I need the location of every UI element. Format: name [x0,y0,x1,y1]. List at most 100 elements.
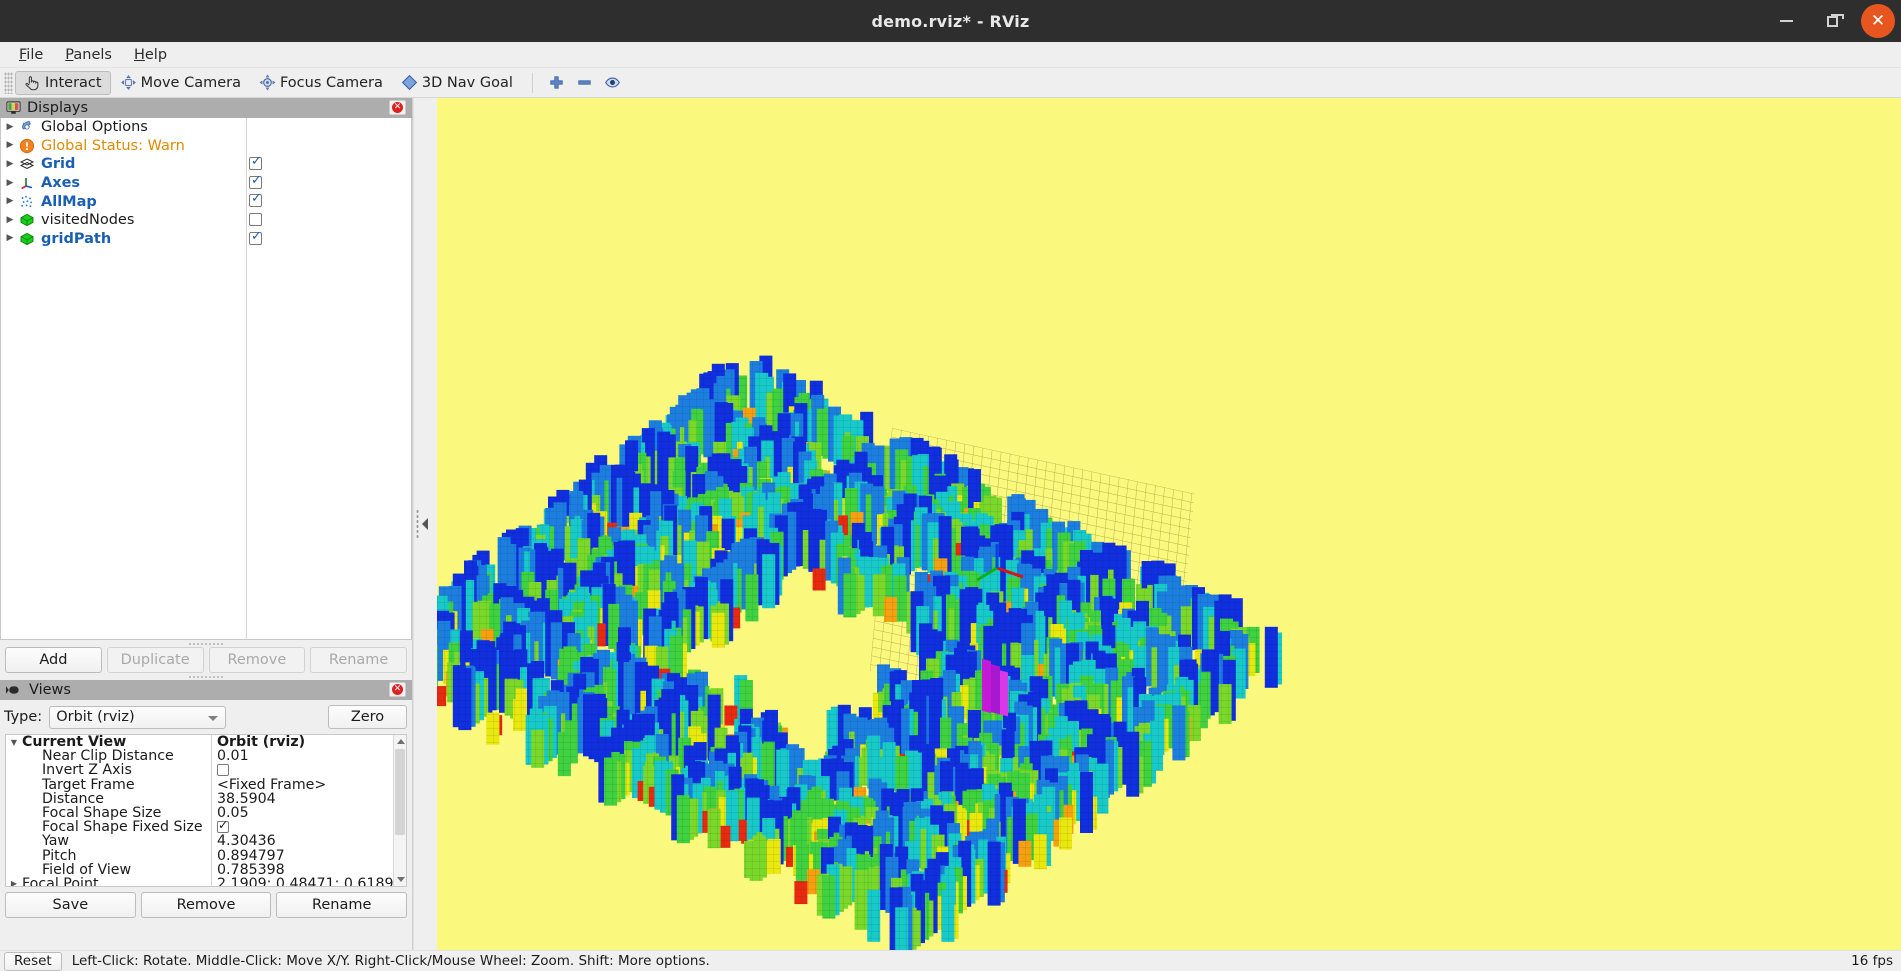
scrollbar-thumb[interactable] [395,749,405,835]
views-top-splitter[interactable] [0,673,412,680]
chevron-right-icon[interactable]: ▶ [1,234,19,243]
left-dock: Displays ✕ ▶ Global Options ▶ Global Sta… [0,98,412,950]
display-item-label: Global Status: Warn [41,137,185,154]
close-icon: ✕ [392,102,403,113]
menu-file-rest: ile [26,46,44,63]
display-item-label: gridPath [41,230,112,247]
display-item-global-status[interactable]: ▶ Global Status: Warn [1,137,411,156]
minimize-button[interactable] [1763,0,1809,42]
chevron-right-icon [422,518,428,530]
menu-file[interactable]: File [8,45,54,65]
maximize-button[interactable] [1809,0,1855,42]
display-item-visitednodes[interactable]: ▶ visitedNodes [1,211,411,230]
displays-panel-title: Displays [27,100,89,116]
property-value: 2.1909; 0.48471; 0.61893 [217,875,403,887]
display-visibility-checkbox[interactable] [249,192,262,208]
render-viewport-3d[interactable] [437,98,1901,950]
property-row[interactable]: ▼ Current View Orbit (rviz) [6,735,406,750]
property-row[interactable]: Pitch 0.894797 [6,848,406,864]
add-tool-button[interactable] [543,71,571,95]
displays-tree[interactable]: ▶ Global Options ▶ Global Status: Warn ▶ [0,118,412,640]
chevron-down-icon [208,715,219,721]
dock-viewport-splitter[interactable] [412,98,437,950]
property-row[interactable]: Focal Shape Fixed Size [6,818,406,835]
tool-3d-nav-goal[interactable]: 3D Nav Goal [392,71,522,95]
tool-focus-camera[interactable]: Focus Camera [250,71,392,95]
close-icon: ✕ [1861,4,1895,38]
display-item-label: visitedNodes [41,212,135,229]
menu-panels-rest: anels [73,46,112,63]
close-icon: ✕ [392,684,403,695]
add-display-button[interactable]: Add [5,647,102,673]
pointcloud-icon [21,195,33,207]
toolbar-separator [531,72,533,93]
scroll-down-button[interactable] [394,873,406,886]
display-item-label: Grid [41,156,76,173]
property-row[interactable]: Yaw 4.30436 [6,833,406,849]
grid-icon [19,158,35,170]
property-row[interactable]: ▶ Focal Point 2.1909; 0.48471; 0.61893 [6,875,406,887]
displays-panel-close-button[interactable]: ✕ [389,100,406,115]
splitter-line [412,98,414,950]
reset-button[interactable]: Reset [4,951,62,971]
view-type-select[interactable]: Orbit (rviz) [49,705,227,729]
property-row[interactable]: Field of View 0.785398 [6,862,406,878]
window-title: demo.rviz* - RViz [871,11,1030,31]
property-checkbox[interactable] [217,764,229,777]
scroll-up-button[interactable] [394,735,406,748]
remove-tool-button[interactable] [571,71,599,95]
menubar: File Panels Help [0,42,1901,68]
displays-bottom-splitter[interactable] [0,640,412,647]
splitter-collapse-handle[interactable] [416,509,428,539]
chevron-right-icon[interactable]: ▶ [1,141,19,150]
menu-panels[interactable]: Panels [54,45,123,65]
display-visibility-checkbox[interactable] [249,230,262,245]
display-item-gridpath[interactable]: ▶ gridPath [1,230,411,249]
axes-icon [21,178,33,190]
property-checkbox[interactable] [217,818,229,834]
views-type-label: Type: [4,709,43,725]
property-row[interactable]: Invert Z Axis [6,762,406,778]
chevron-right-icon[interactable]: ▶ [1,159,19,169]
tool-focus-camera-label: Focus Camera [279,74,383,91]
chevron-right-icon[interactable]: ▶ [6,879,22,886]
view-type-value: Orbit (rviz) [56,709,135,725]
chevron-right-icon[interactable]: ▶ [1,122,19,132]
property-row[interactable]: Focal Shape Size 0.05 [6,805,406,821]
view-properties-scrollbar[interactable] [393,735,406,886]
tool-move-camera[interactable]: Move Camera [111,71,250,95]
tool-interact[interactable]: Interact [15,70,111,95]
property-row[interactable]: Near Clip Distance 0.01 [6,748,406,765]
display-visibility-checkbox[interactable] [249,212,262,226]
chevron-right-icon[interactable]: ▶ [1,178,19,188]
window-titlebar: demo.rviz* - RViz ✕ [0,0,1901,42]
property-row[interactable]: Target Frame <Fixed Frame> [6,777,406,793]
views-panel-close-button[interactable]: ✕ [389,682,406,697]
chevron-right-icon[interactable]: ▶ [1,215,19,225]
octomap-pointcloud-render [437,98,1901,950]
chevron-right-icon[interactable]: ▶ [1,197,19,206]
display-visibility-checkbox[interactable] [249,155,262,171]
display-item-global-options[interactable]: ▶ Global Options [1,118,411,137]
save-view-button[interactable]: Save [5,892,136,918]
rename-view-button[interactable]: Rename [276,892,408,918]
property-name: Focal Point [22,875,99,887]
property-value: 0.01 [217,748,249,765]
display-item-allmap[interactable]: ▶ AllMap [1,192,411,211]
chevron-up-icon [396,739,405,744]
property-row[interactable]: Distance 38.5904 [6,791,406,807]
close-button[interactable]: ✕ [1855,0,1901,42]
display-visibility-checkbox[interactable] [249,174,262,189]
chevron-down-icon[interactable]: ▼ [6,738,22,747]
toolbar-drag-grip[interactable] [4,71,13,94]
menu-help[interactable]: Help [123,45,178,65]
tool-move-camera-label: Move Camera [140,74,241,91]
view-properties-table[interactable]: ▼ Current View Orbit (rviz) Near Clip Di… [5,734,407,887]
tool-properties-button[interactable] [599,71,627,95]
views-button-row: Save Remove Rename [0,892,412,918]
zero-view-button[interactable]: Zero [328,705,407,729]
display-item-axes[interactable]: ▶ Axes [1,174,411,193]
remove-view-button[interactable]: Remove [140,892,272,918]
display-item-grid[interactable]: ▶ Grid [1,155,411,174]
maximize-icon [1826,13,1844,27]
